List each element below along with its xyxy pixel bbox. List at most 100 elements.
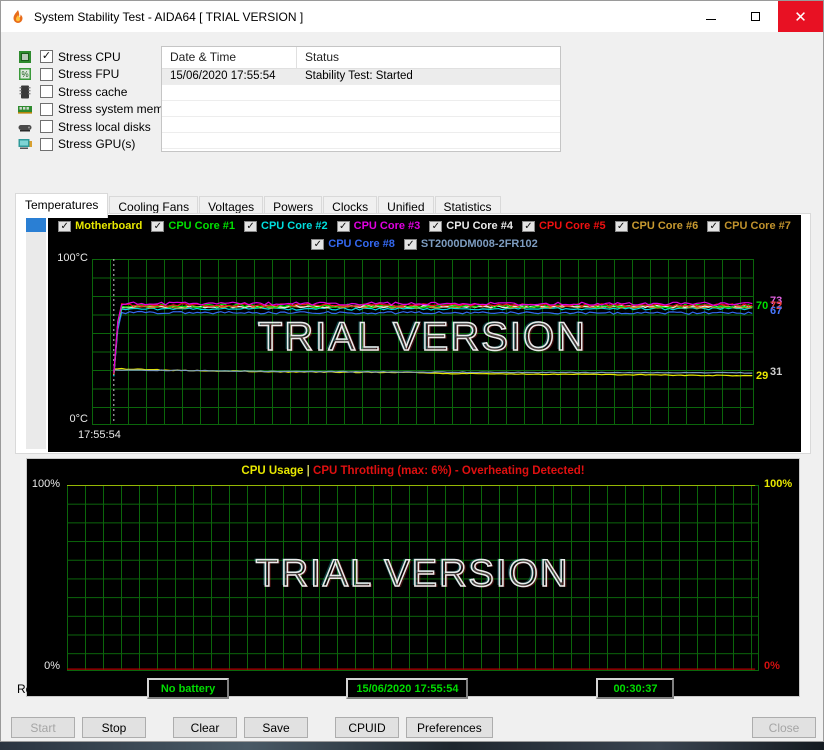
log-status: Stability Test: Started (297, 69, 413, 84)
stress-options-list: ✓ Stress CPU %Stress FPUStress cache Stress… (17, 48, 162, 153)
stress-option-checkbox[interactable]: ✓ (40, 50, 53, 63)
cache-icon (17, 85, 33, 99)
maximize-button[interactable] (733, 1, 778, 32)
stress-option-stress-cpu[interactable]: ✓ Stress CPU (17, 48, 162, 66)
flame-app-icon (10, 9, 26, 25)
event-log-table[interactable]: Date & Time Status 15/06/2020 17:55:54St… (161, 46, 561, 152)
legend-item-cpu-core-6[interactable]: ✓ CPU Core #6 (615, 220, 699, 232)
temperatures-tab-panel: ✓Motherboard✓CPU Core #1✓CPU Core #2✓CPU… (15, 213, 811, 454)
legend-checkbox[interactable]: ✓ (404, 239, 417, 250)
legend-item-cpu-core-2[interactable]: ✓ CPU Core #2 (244, 220, 328, 232)
column-header-status[interactable]: Status (297, 47, 560, 68)
close-button: Close (752, 717, 816, 738)
cpu-throttling-warning: CPU Throttling (max: 6%) - Overheating D… (313, 465, 585, 477)
log-datetime (162, 117, 297, 132)
column-header-datetime[interactable]: Date & Time (162, 47, 297, 68)
preferences-button[interactable]: Preferences (406, 717, 493, 738)
legend-label: CPU Core #2 (261, 220, 328, 232)
button-row: Start Stop Clear Save CPUID Preferences Close (1, 712, 824, 742)
stress-option-stress-local-disks[interactable]: Stress local disks (17, 118, 162, 136)
log-row-empty (162, 85, 560, 101)
log-row-empty (162, 101, 560, 117)
stress-option-checkbox[interactable] (40, 85, 53, 98)
tab-temperatures[interactable]: Temperatures (15, 193, 108, 218)
log-row-empty (162, 149, 560, 152)
gpu-icon (17, 137, 33, 151)
stress-option-stress-gpu-s-[interactable]: Stress GPU(s) (17, 136, 162, 154)
svg-text:%: % (21, 70, 28, 79)
throttle-right-min-label: 0% (764, 660, 780, 672)
legend-item-cpu-core-3[interactable]: ✓CPU Core #3 (337, 220, 421, 232)
legend-label: CPU Core #1 (168, 220, 235, 232)
legend-checkbox[interactable]: ✓ (151, 221, 164, 232)
stress-option-checkbox[interactable] (40, 103, 53, 116)
log-status (297, 133, 305, 148)
minimize-button[interactable] (688, 1, 733, 32)
window-content: ✓ Stress CPU %Stress FPUStress cache Stress… (1, 32, 823, 741)
battery-label: Remaining Battery: (17, 682, 119, 696)
legend-label: CPU Core #6 (632, 220, 699, 232)
cpuid-button[interactable]: CPUID (335, 717, 399, 738)
scrollbar-thumb[interactable] (26, 218, 46, 232)
temperature-legend-row-1: ✓Motherboard✓CPU Core #1✓CPU Core #2✓CPU… (48, 220, 801, 232)
temperature-plot-area: TRIAL VERSION (92, 259, 754, 425)
y-axis-min-label: 0°C (70, 413, 88, 425)
usage-right-max-label: 100% (764, 478, 792, 490)
usage-left-max-label: 100% (32, 478, 60, 490)
usage-left-min-label: 0% (44, 660, 60, 672)
disk-icon (17, 120, 33, 134)
log-status (297, 101, 305, 116)
close-window-button[interactable]: ✕ (778, 1, 823, 32)
stress-option-checkbox[interactable] (40, 68, 53, 81)
memory-icon (17, 102, 33, 116)
log-row[interactable]: 15/06/2020 17:55:54Stability Test: Start… (162, 69, 560, 85)
log-status (297, 85, 305, 100)
fpu-icon: % (17, 67, 33, 81)
stress-option-label: Stress local disks (58, 120, 151, 134)
stress-option-stress-system-memory[interactable]: Stress system memory (17, 101, 162, 119)
elapsed-time-value: 00:30:37 (596, 678, 674, 699)
log-status (297, 117, 305, 132)
start-button: Start (11, 717, 75, 738)
stress-option-checkbox[interactable] (40, 120, 53, 133)
elapsed-time-label: Elapsed Time: (496, 682, 572, 696)
legend-checkbox[interactable]: ✓ (429, 221, 442, 232)
battery-value: No battery (147, 678, 229, 699)
log-datetime (162, 85, 297, 100)
title-bar[interactable]: System Stability Test - AIDA64 [ TRIAL V… (1, 1, 823, 32)
legend-checkbox[interactable]: ✓ (337, 221, 350, 232)
legend-checkbox[interactable]: ✓ (707, 221, 720, 232)
legend-checkbox[interactable]: ✓ (311, 239, 324, 250)
cpu-icon (17, 50, 33, 64)
legend-item-cpu-core-8[interactable]: ✓CPU Core #8 (311, 238, 395, 250)
legend-item-cpu-core-7[interactable]: ✓ CPU Core #7 (707, 220, 791, 232)
desktop-background: System Stability Test - AIDA64 [ TRIAL V… (0, 0, 824, 750)
chart-vertical-scrollbar[interactable] (26, 218, 46, 449)
clear-button[interactable]: Clear (173, 717, 237, 738)
legend-label: CPU Core #7 (724, 220, 791, 232)
legend-checkbox[interactable]: ✓ (244, 221, 257, 232)
stop-button[interactable]: Stop (82, 717, 146, 738)
legend-checkbox[interactable]: ✓ (615, 221, 628, 232)
log-datetime (162, 101, 297, 116)
temperature-legend-row-2: ✓CPU Core #8 ✓ST2000DM008-2FR102 (48, 238, 801, 250)
legend-item-cpu-core-1[interactable]: ✓ CPU Core #1 (151, 220, 235, 232)
save-button[interactable]: Save (244, 717, 308, 738)
stability-test-window: System Stability Test - AIDA64 [ TRIAL V… (0, 0, 824, 742)
legend-item-cpu-core-4[interactable]: ✓CPU Core #4 (429, 220, 513, 232)
stress-option-label: Stress CPU (58, 50, 121, 64)
stress-option-stress-cache[interactable]: Stress cache (17, 83, 162, 101)
legend-checkbox[interactable]: ✓ (522, 221, 535, 232)
legend-item-st2000dm008-2fr102[interactable]: ✓ST2000DM008-2FR102 (404, 238, 538, 250)
window-title: System Stability Test - AIDA64 [ TRIAL V… (34, 10, 688, 24)
log-status (297, 149, 305, 152)
legend-item-cpu-core-5[interactable]: ✓ CPU Core #5 (522, 220, 606, 232)
legend-item-motherboard[interactable]: ✓Motherboard (58, 220, 142, 232)
stress-option-checkbox[interactable] (40, 138, 53, 151)
log-datetime (162, 133, 297, 148)
legend-checkbox[interactable]: ✓ (58, 221, 71, 232)
current-value-label: 31 (770, 366, 782, 378)
legend-label: CPU Core #5 (539, 220, 606, 232)
stress-option-label: Stress cache (58, 85, 127, 99)
stress-option-stress-fpu[interactable]: %Stress FPU (17, 66, 162, 84)
